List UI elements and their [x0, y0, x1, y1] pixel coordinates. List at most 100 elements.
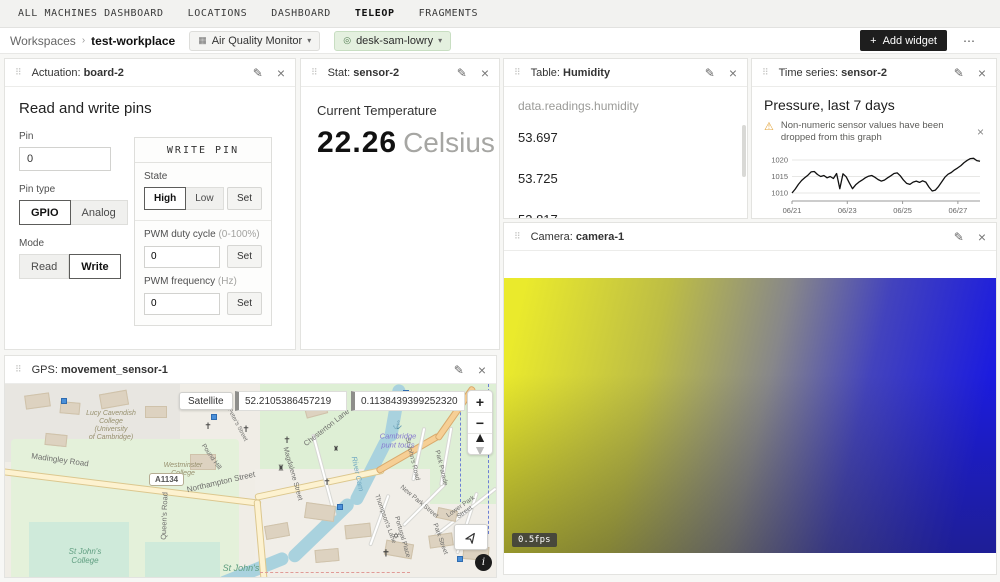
building	[145, 406, 167, 418]
map-zoom-control: + − ▲▼	[467, 390, 493, 455]
gps-widget: ⠿ GPS: movement_sensor-1 ✎ ×	[4, 355, 497, 578]
timeseries-widget: ⠿ Time series: sensor-2 ✎ × Pressure, la…	[751, 58, 997, 219]
close-icon[interactable]: ×	[978, 229, 986, 245]
camera-feed-image: 0.5fps	[504, 278, 996, 553]
pwm-duty-label: PWM duty cycle (0-100%)	[144, 229, 262, 240]
stat-value-row: 22.26Celsius	[317, 126, 483, 160]
mode-toggle: Read Write	[19, 254, 121, 279]
chevron-down-icon: ▾	[438, 36, 442, 45]
pin-input[interactable]	[19, 147, 111, 171]
gps-map[interactable]: Madingley RoadNorthampton StreetPound Hi…	[5, 384, 496, 577]
drag-handle-icon[interactable]: ⠿	[15, 67, 22, 78]
edit-pencil-icon[interactable]: ✎	[705, 66, 715, 80]
camera-widget-header: ⠿ Camera: camera-1 ✎ ×	[504, 223, 996, 251]
chevron-down-icon: ▾	[307, 36, 311, 45]
edit-pencil-icon[interactable]: ✎	[954, 230, 964, 244]
part-selector[interactable]: ◎ desk-sam-lowry ▾	[334, 31, 451, 51]
svg-text:1020: 1020	[771, 155, 788, 164]
close-icon[interactable]: ×	[277, 65, 285, 81]
state-set-button[interactable]: Set	[227, 187, 262, 210]
close-icon[interactable]: ×	[978, 65, 986, 81]
machine-selector-label: Air Quality Monitor	[212, 35, 302, 47]
table-widget-title: Table: Humidity	[531, 67, 610, 79]
pwm-duty-input[interactable]	[144, 246, 220, 268]
nav-item-all-machines[interactable]: ALL MACHINES DASHBOARD	[18, 8, 164, 19]
church-icon: ✝	[204, 421, 212, 431]
gps-widget-title: GPS: movement_sensor-1	[32, 364, 168, 376]
plus-icon: +	[870, 35, 876, 47]
stat-label: Current Temperature	[317, 103, 483, 118]
map-marker	[61, 398, 67, 404]
machine-icon: ▦	[198, 35, 207, 46]
svg-text:1010: 1010	[771, 188, 788, 197]
zoom-in-button[interactable]: +	[468, 391, 492, 412]
pwm-freq-set-button[interactable]: Set	[227, 292, 262, 315]
gps-widget-header: ⠿ GPS: movement_sensor-1 ✎ ×	[5, 356, 496, 384]
edit-pencil-icon[interactable]: ✎	[954, 66, 964, 80]
state-low-button[interactable]: Low	[186, 187, 223, 210]
table-row: 53.817	[518, 199, 733, 219]
state-label: State	[144, 171, 262, 182]
part-selector-label: desk-sam-lowry	[356, 35, 433, 47]
timeseries-widget-title: Time series: sensor-2	[779, 67, 887, 79]
edit-pencil-icon[interactable]: ✎	[457, 66, 467, 80]
pin-type-analog-button[interactable]: Analog	[71, 200, 128, 225]
longitude-input[interactable]	[351, 391, 465, 411]
locate-button[interactable]	[454, 524, 488, 550]
svg-text:06/27: 06/27	[948, 206, 967, 215]
map-marker	[337, 504, 343, 510]
map-marker	[211, 414, 217, 420]
latitude-input[interactable]	[235, 391, 347, 411]
write-pin-panel: WRITE PIN State High Low Set PWM duty cy…	[134, 137, 272, 326]
drag-handle-icon[interactable]: ⠿	[311, 67, 318, 78]
table-row: 53.697	[518, 117, 733, 158]
nav-item-fragments[interactable]: FRAGMENTS	[419, 8, 479, 19]
map-teal-field	[145, 542, 220, 577]
pin-type-toggle: GPIO Analog	[19, 200, 128, 225]
chart-warning: ⚠ Non-numeric sensor values have been dr…	[764, 120, 984, 145]
close-icon[interactable]: ×	[478, 362, 486, 378]
navigation-arrow-icon	[462, 528, 480, 546]
drag-handle-icon[interactable]: ⠿	[15, 364, 22, 375]
actuation-heading: Read and write pins	[19, 100, 281, 117]
breadcrumb-workspaces[interactable]: Workspaces	[10, 34, 76, 48]
building	[344, 523, 371, 540]
part-icon: ◎	[343, 35, 351, 46]
pin-type-gpio-button[interactable]: GPIO	[19, 200, 71, 225]
add-widget-button[interactable]: + Add widget	[860, 30, 947, 51]
drag-handle-icon[interactable]: ⠿	[514, 67, 521, 78]
actuation-widget: ⠿ Actuation: board-2 ✎ × Read and write …	[4, 58, 296, 350]
road-badge: A1134	[149, 473, 184, 486]
mode-read-button[interactable]: Read	[19, 254, 69, 279]
building	[190, 454, 216, 470]
pwm-duty-set-button[interactable]: Set	[227, 245, 262, 268]
stat-widget-title: Stat: sensor-2	[328, 67, 400, 79]
nav-item-locations[interactable]: LOCATIONS	[188, 8, 248, 19]
stat-value: 22.26	[317, 126, 397, 159]
close-icon[interactable]: ×	[729, 65, 737, 81]
nav-item-teleop[interactable]: TELEOP	[355, 8, 395, 19]
mode-write-button[interactable]: Write	[69, 254, 120, 279]
drag-handle-icon[interactable]: ⠿	[514, 231, 521, 242]
compass-control[interactable]: ▲▼	[468, 433, 492, 454]
timeseries-chart: 10101015102006/2106/2306/2506/27	[764, 149, 986, 217]
humidity-table-rows: 53.69753.72553.81753.728	[518, 117, 733, 219]
warning-close-icon[interactable]: ×	[977, 125, 984, 141]
edit-pencil-icon[interactable]: ✎	[253, 66, 263, 80]
scrollbar-thumb[interactable]	[742, 125, 746, 177]
more-menu-button[interactable]: ⋯	[963, 34, 976, 48]
map-teal-field	[29, 522, 129, 577]
pwm-freq-input[interactable]	[144, 293, 220, 315]
satellite-toggle-button[interactable]: Satellite	[179, 392, 233, 410]
nav-item-dashboard[interactable]: DASHBOARD	[271, 8, 331, 19]
close-icon[interactable]: ×	[481, 65, 489, 81]
drag-handle-icon[interactable]: ⠿	[762, 67, 769, 78]
warning-text: Non-numeric sensor values have been drop…	[781, 120, 946, 145]
machine-selector[interactable]: ▦ Air Quality Monitor ▾	[189, 31, 320, 51]
state-high-button[interactable]: High	[144, 187, 186, 210]
info-button[interactable]: i	[475, 554, 492, 571]
edit-pencil-icon[interactable]: ✎	[454, 363, 464, 377]
camera-widget-title: Camera: camera-1	[531, 231, 625, 243]
toolbar: Workspaces › test-workplace ▦ Air Qualit…	[0, 28, 1000, 54]
state-toggle: High Low	[144, 187, 224, 210]
